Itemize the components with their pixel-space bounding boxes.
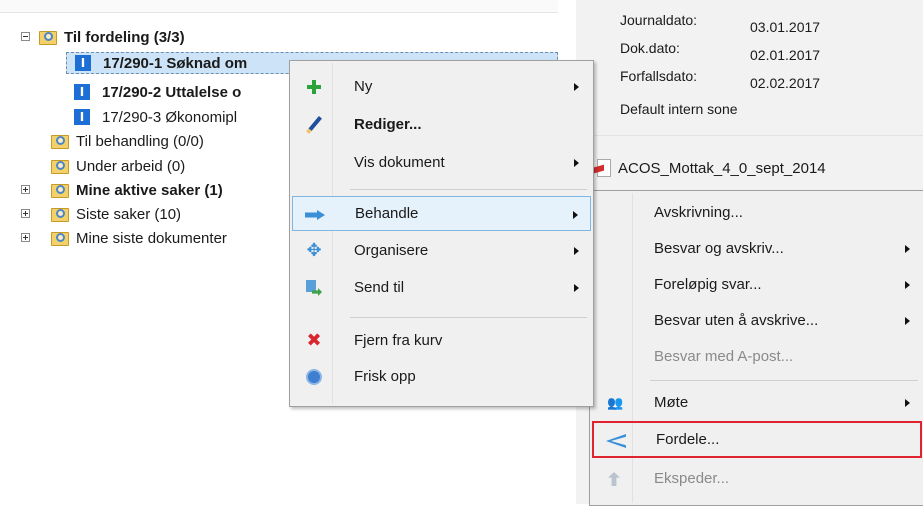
refresh-icon xyxy=(304,367,324,387)
search-folder-icon xyxy=(38,29,58,45)
incoming-document-icon: I xyxy=(74,109,90,125)
menu-item-ekspeder: Ekspeder... xyxy=(592,461,922,496)
collapse-toggle[interactable] xyxy=(21,32,30,41)
attachment-item[interactable]: ACOS_Mottak_4_0_sept_2014 xyxy=(594,154,826,182)
expand-toggle[interactable] xyxy=(21,185,30,194)
menu-item-rediger[interactable]: Rediger... xyxy=(292,107,591,142)
menu-separator xyxy=(650,380,918,381)
chevron-right-icon xyxy=(574,83,579,91)
menu-item-forelopig-svar[interactable]: Foreløpig svar... xyxy=(592,267,922,302)
menu-item-vis-dokument[interactable]: Vis dokument xyxy=(292,145,591,180)
attachment-name: ACOS_Mottak_4_0_sept_2014 xyxy=(618,159,826,177)
journaldato-label: Journaldato: xyxy=(620,12,698,28)
menu-item-behandle[interactable]: Behandle xyxy=(292,196,591,231)
search-folder-icon xyxy=(50,230,70,246)
search-folder-icon xyxy=(50,206,70,222)
menu-item-fordele[interactable]: Fordele... xyxy=(592,421,922,458)
people-icon: 👥 xyxy=(607,395,623,411)
tree-item-mine-aktive-saker[interactable]: Mine aktive saker (1) xyxy=(50,179,223,201)
tree-item-til-behandling[interactable]: Til behandling (0/0) xyxy=(50,130,204,152)
tree-item-doc-17-290-3[interactable]: I 17/290-3 Økonomipl xyxy=(74,106,237,128)
zone-label: Default intern sone xyxy=(620,101,738,117)
chevron-right-icon xyxy=(573,211,578,219)
incoming-document-icon: I xyxy=(75,55,91,71)
chevron-right-icon xyxy=(905,399,910,407)
move-icon: ✥ xyxy=(306,240,322,261)
chevron-right-icon xyxy=(905,245,910,253)
menu-item-besvar-og-avskriv[interactable]: Besvar og avskriv... xyxy=(592,231,922,266)
search-folder-icon xyxy=(50,182,70,198)
tree-header-strip xyxy=(0,0,558,13)
menu-item-besvar-uten-avskrive[interactable]: Besvar uten å avskrive... xyxy=(592,303,922,338)
dokdato-value: 02.01.2017 xyxy=(750,47,821,63)
remove-icon: ✖ xyxy=(306,330,322,351)
tree-item-siste-saker[interactable]: Siste saker (10) xyxy=(50,203,181,225)
menu-item-avskrivning[interactable]: Avskrivning... xyxy=(592,195,922,230)
chevron-right-icon xyxy=(905,281,910,289)
arrow-right-icon xyxy=(305,205,325,225)
chevron-right-icon xyxy=(574,284,579,292)
menu-item-frisk-opp[interactable]: Frisk opp xyxy=(292,359,591,394)
menu-item-mote[interactable]: 👥 Møte xyxy=(592,385,922,420)
tree-item-til-fordeling[interactable]: Til fordeling (3/3) xyxy=(38,26,185,48)
search-folder-icon xyxy=(50,158,70,174)
context-menu: Ny Rediger... Vis dokument Behandle ✥ Or… xyxy=(289,60,594,407)
send-icon xyxy=(304,278,324,298)
chevron-right-icon xyxy=(905,317,910,325)
pdf-icon xyxy=(594,158,612,178)
share-icon xyxy=(606,431,626,451)
chevron-right-icon xyxy=(574,159,579,167)
menu-item-ny[interactable]: Ny xyxy=(292,69,591,104)
search-folder-icon xyxy=(50,133,70,149)
incoming-document-icon: I xyxy=(74,84,90,100)
tree-item-mine-siste-dokumenter[interactable]: Mine siste dokumenter xyxy=(50,227,227,249)
pencil-icon xyxy=(304,115,324,135)
plus-icon xyxy=(304,77,324,97)
forfallsdato-value: 02.02.2017 xyxy=(750,75,821,91)
send-out-icon xyxy=(604,469,624,489)
tree-item-under-arbeid[interactable]: Under arbeid (0) xyxy=(50,155,185,177)
menu-item-send-til[interactable]: Send til xyxy=(292,270,591,305)
menu-separator xyxy=(350,189,587,190)
menu-item-organisere[interactable]: ✥ Organisere xyxy=(292,233,591,268)
tree-item-doc-17-290-2[interactable]: I 17/290-2 Uttalelse o xyxy=(74,81,241,103)
expand-toggle[interactable] xyxy=(21,233,30,242)
menu-item-besvar-med-a-post: Besvar med A-post... xyxy=(654,348,794,365)
chevron-right-icon xyxy=(574,247,579,255)
menu-item-fjern-fra-kurv[interactable]: ✖ Fjern fra kurv xyxy=(292,323,591,358)
menu-separator xyxy=(350,317,587,318)
expand-toggle[interactable] xyxy=(21,209,30,218)
dokdato-label: Dok.dato: xyxy=(620,40,680,56)
behandle-submenu: Avskrivning... Besvar og avskriv... Fore… xyxy=(589,190,923,506)
journaldato-value: 03.01.2017 xyxy=(750,19,821,35)
forfallsdato-label: Forfallsdato: xyxy=(620,68,698,84)
